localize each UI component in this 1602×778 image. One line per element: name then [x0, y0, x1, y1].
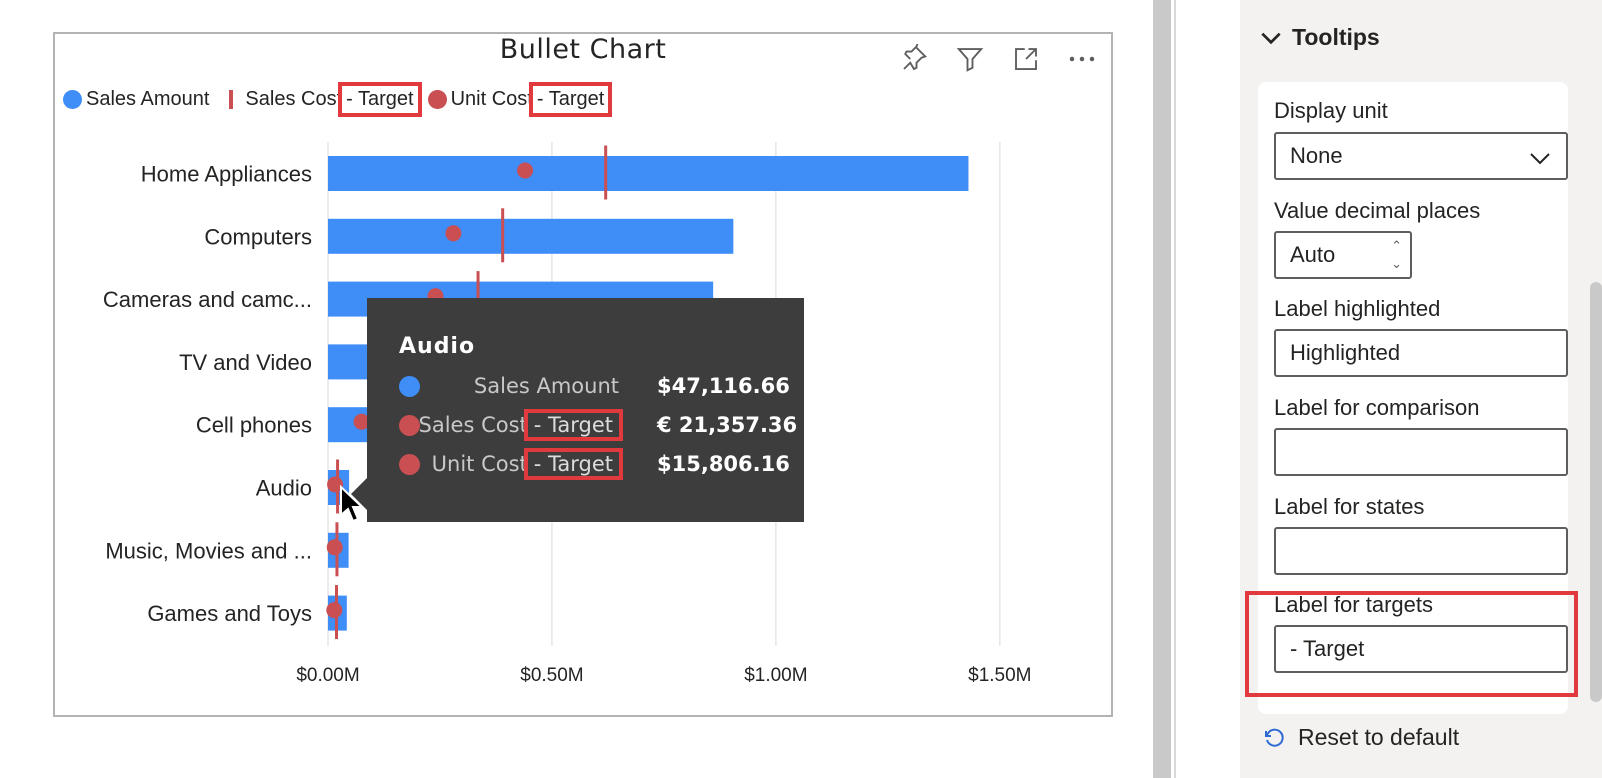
category-label: Audio	[256, 476, 312, 501]
section-title: Tooltips	[1292, 24, 1380, 50]
tooltip-row: Sales Cost - Target € 21,357.36	[399, 407, 797, 443]
tooltips-section-header[interactable]: Tooltips	[1258, 24, 1380, 51]
legend-target-suffix: - Target	[528, 81, 613, 117]
chevron-down-icon	[1261, 32, 1281, 44]
decimal-places-stepper[interactable]: Auto ⌃ ⌄	[1274, 231, 1412, 279]
legend-item-sales-cost-target[interactable]: Sales Cost - Target	[219, 81, 422, 117]
label-targets-highlight	[1245, 591, 1578, 697]
display-unit-label: Display unit	[1274, 98, 1388, 123]
tooltip-dot-icon	[399, 375, 420, 397]
label-comparison-label: Label for comparison	[1274, 395, 1480, 420]
legend-item-unit-cost-target[interactable]: Unit Cost - Target	[427, 81, 613, 117]
category-label: Home Appliances	[141, 162, 312, 187]
canvas-scrollbar[interactable]	[1153, 0, 1171, 778]
tooltip-label: Sales Amount	[473, 374, 619, 398]
bullet-chart-visual[interactable]: $0.00M $0.50M $1.00M $1.50M Home Appliances C…	[53, 32, 1113, 717]
chart-tooltip: Audio Sales Amount $47,116.66 Sales Cost…	[351, 298, 804, 522]
more-options-icon[interactable]	[1065, 42, 1099, 76]
pane-divider	[1174, 0, 1176, 778]
tooltip-label: Unit Cost - Target	[432, 448, 624, 480]
chevron-down-icon	[1530, 153, 1550, 165]
pin-icon[interactable]	[897, 42, 931, 76]
unit-cost-target-dot	[326, 539, 343, 556]
tooltip-target-suffix: - Target	[523, 448, 624, 480]
unit-cost-target-dot	[517, 162, 534, 179]
tooltip-value: € 21,357.36	[657, 413, 798, 437]
decrement-icon[interactable]: ⌄	[1391, 255, 1402, 273]
unit-cost-target-dot	[326, 602, 343, 619]
category-label: Music, Movies and ...	[105, 538, 312, 563]
legend-label: Sales Amount	[86, 87, 210, 110]
stepper-arrows[interactable]: ⌃ ⌄	[1391, 237, 1402, 273]
tooltip-title: Audio	[399, 334, 476, 359]
unit-cost-target-dot	[445, 225, 462, 242]
category-label: Cameras and camc...	[103, 287, 312, 312]
tooltip-label: Sales Cost - Target	[419, 409, 624, 441]
reset-icon	[1265, 728, 1284, 747]
decimal-places-label: Value decimal places	[1274, 198, 1481, 223]
category-label: Computers	[204, 224, 312, 249]
label-states-label: Label for states	[1274, 494, 1425, 519]
display-unit-dropdown[interactable]: None	[1274, 132, 1568, 180]
reset-to-default-button[interactable]: Reset to default	[1262, 724, 1459, 751]
x-tick-label: $0.50M	[520, 665, 583, 686]
label-comparison-input[interactable]	[1274, 428, 1568, 476]
mouse-cursor-icon	[340, 485, 365, 523]
chart-legend: Sales Amount Sales Cost - Target Unit Co…	[63, 81, 618, 117]
category-label: Cell phones	[196, 413, 312, 438]
visual-header-toolbar	[897, 42, 1099, 76]
legend-dot-icon	[427, 89, 447, 109]
legend-line-icon	[229, 89, 234, 109]
tooltip-row: Sales Amount $47,116.66	[399, 368, 790, 404]
display-unit-value: None	[1290, 143, 1343, 168]
increment-icon[interactable]: ⌃	[1391, 237, 1402, 255]
focus-mode-icon[interactable]	[1009, 42, 1043, 76]
legend-target-suffix: - Target	[338, 81, 422, 117]
label-highlighted-input[interactable]: Highlighted	[1274, 329, 1568, 377]
sales-amount-bar	[328, 156, 969, 191]
legend-dot-icon	[63, 89, 82, 109]
category-label: TV and Video	[179, 350, 312, 375]
legend-label: Sales Cost	[245, 87, 343, 110]
category-label: Games and Toys	[147, 601, 312, 626]
tooltip-dot-icon	[399, 414, 420, 436]
decimal-places-value: Auto	[1290, 242, 1336, 267]
sales-amount-bar	[328, 218, 734, 254]
tooltip-value: $47,116.66	[657, 374, 790, 398]
x-tick-label: $0.00M	[296, 665, 359, 686]
pane-scrollbar[interactable]	[1590, 282, 1602, 702]
label-highlighted-label: Label highlighted	[1274, 296, 1441, 321]
legend-label: Unit Cost	[450, 87, 533, 110]
x-tick-label: $1.50M	[968, 665, 1031, 686]
tooltip-value: $15,806.16	[657, 452, 790, 476]
tooltip-dot-icon	[399, 453, 420, 475]
label-highlighted-value: Highlighted	[1290, 340, 1401, 365]
filter-icon[interactable]	[953, 42, 987, 76]
tooltip-target-suffix: - Target	[523, 409, 624, 441]
x-tick-label: $1.00M	[744, 665, 807, 686]
label-states-input[interactable]	[1274, 527, 1568, 575]
reset-label: Reset to default	[1298, 724, 1460, 750]
legend-item-sales-amount[interactable]: Sales Amount	[63, 88, 209, 111]
tooltip-row: Unit Cost - Target $15,806.16	[399, 446, 790, 482]
